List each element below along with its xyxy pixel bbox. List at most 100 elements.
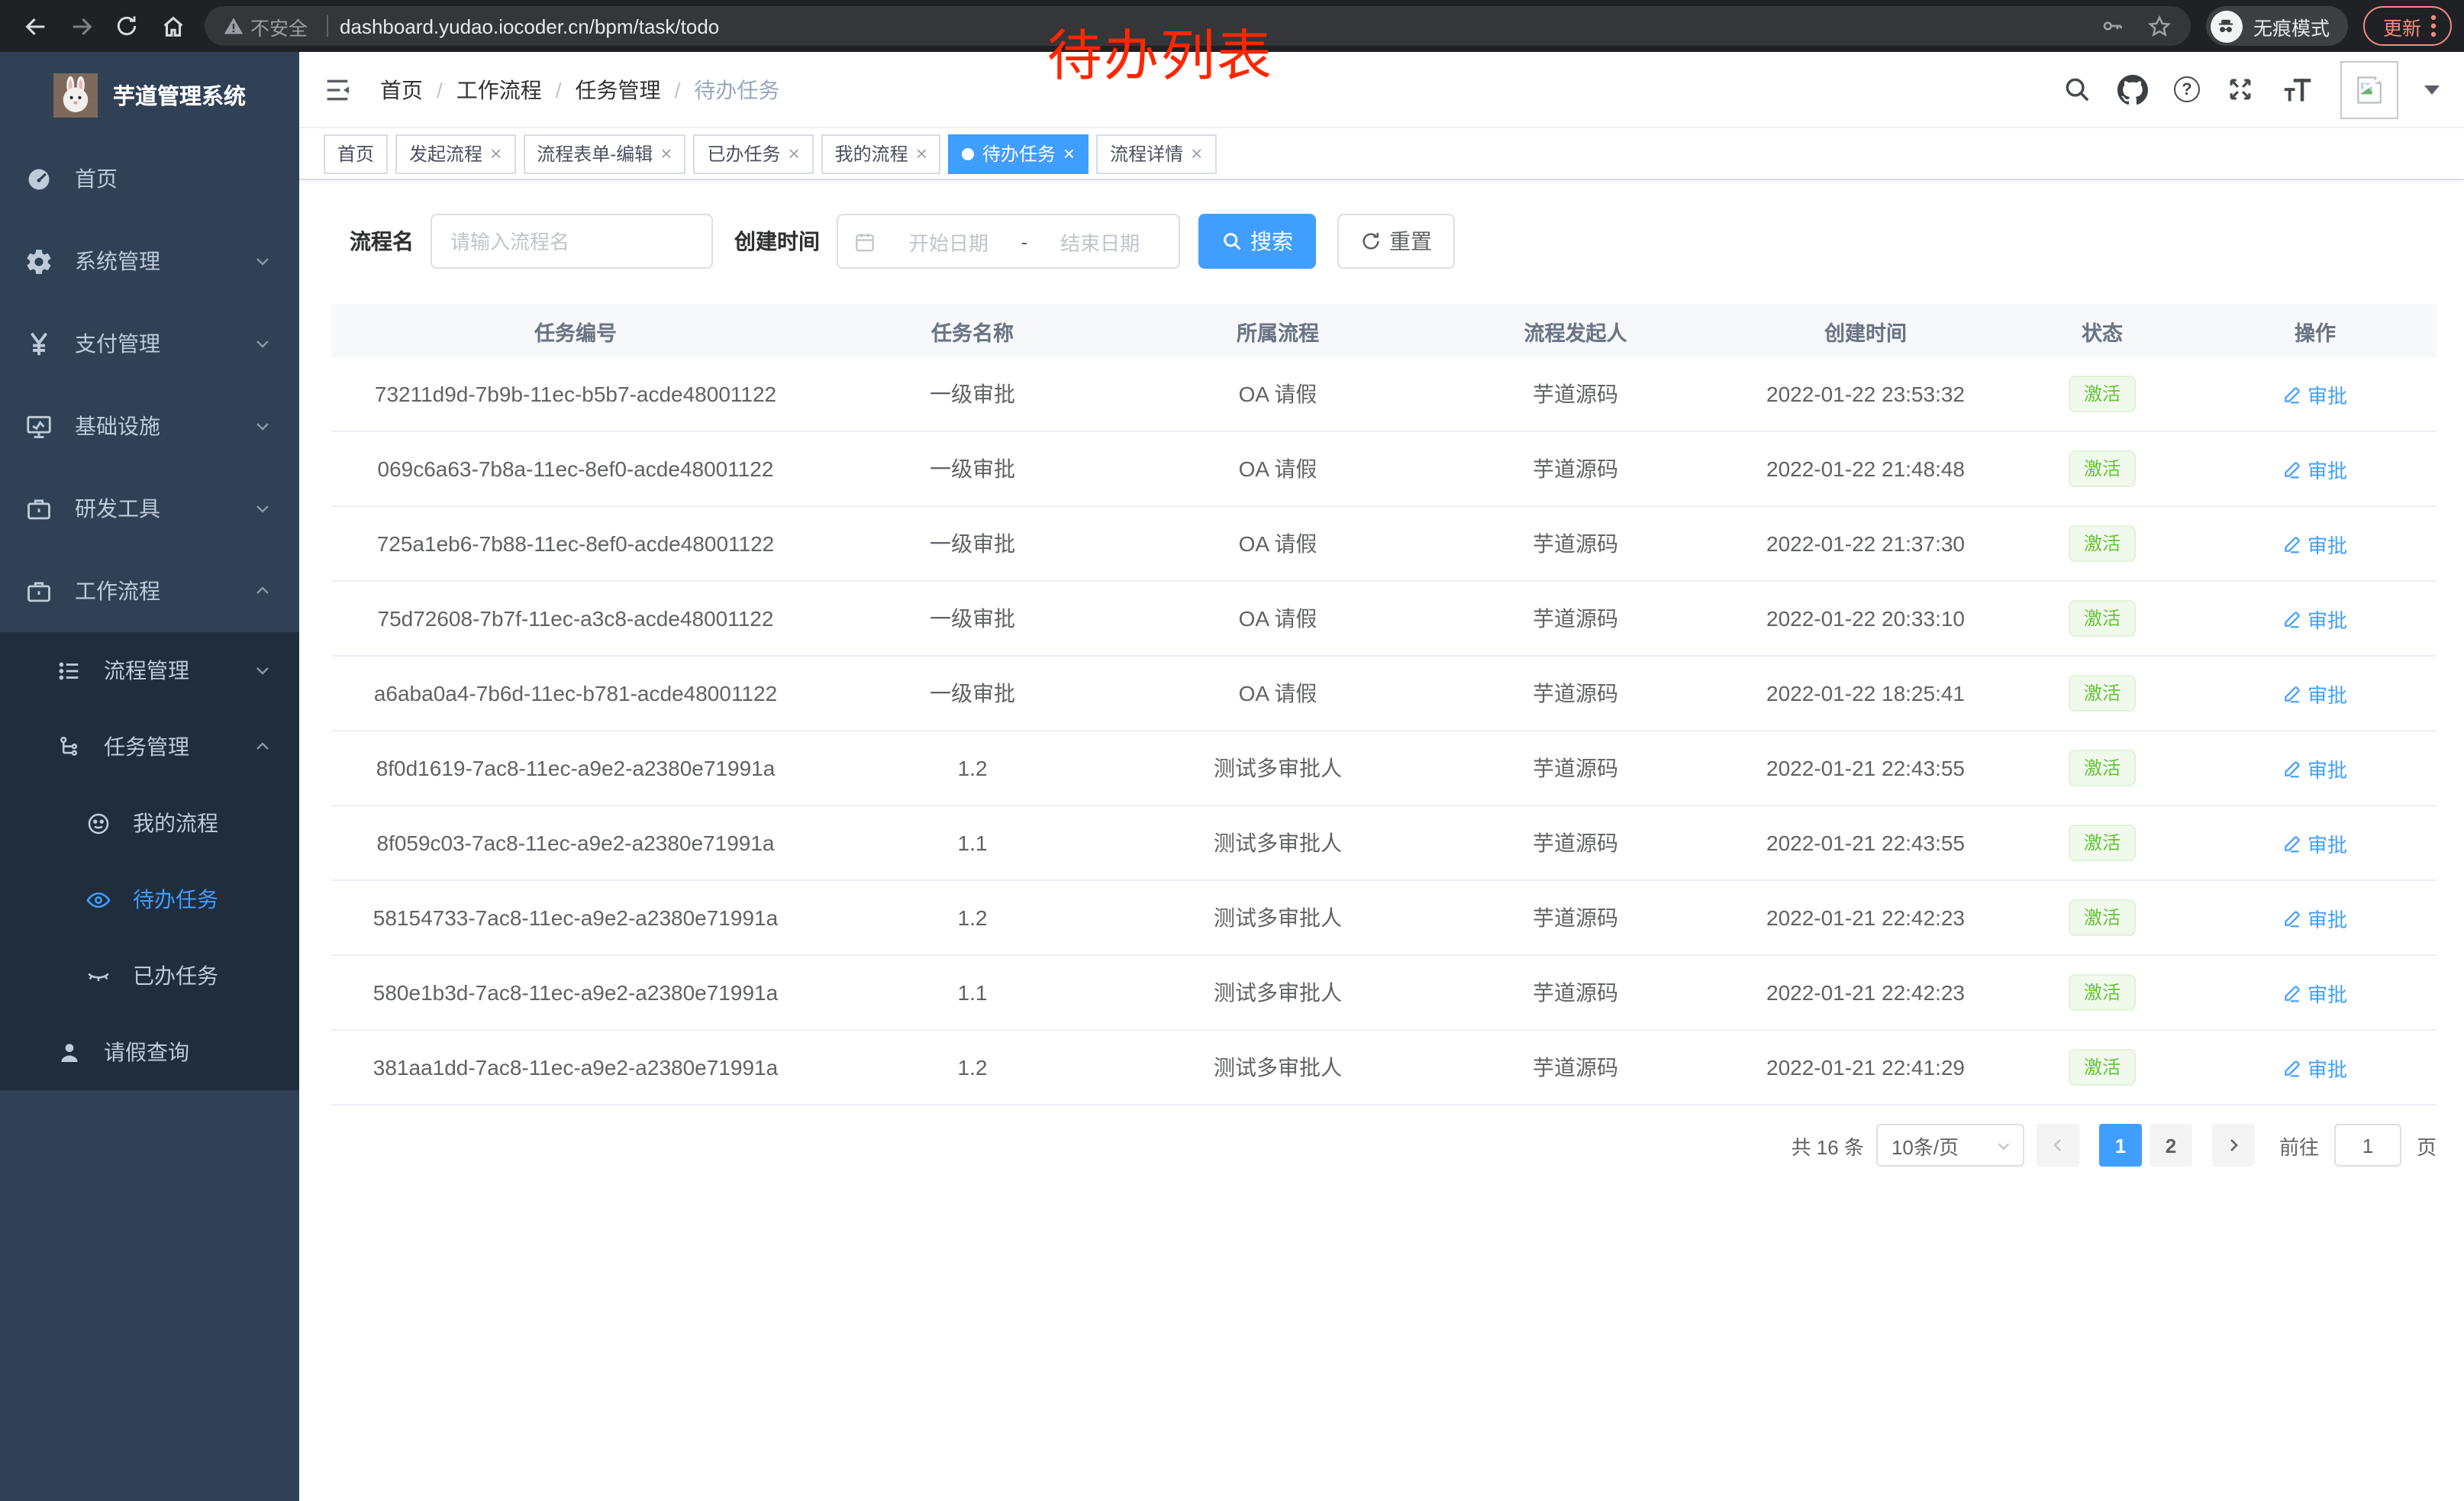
approve-link[interactable]: 审批 — [2283, 604, 2347, 633]
app-logo-row[interactable]: 芋道管理系统 — [0, 52, 299, 137]
sidebar-item-task-mgmt[interactable]: 任务管理 — [0, 709, 299, 785]
search-button[interactable]: 搜索 — [1198, 214, 1316, 269]
tab[interactable]: 流程表单-编辑 × — [523, 134, 685, 173]
sidebar-item-payment[interactable]: 支付管理 — [0, 302, 299, 385]
approve-link[interactable]: 审批 — [2283, 828, 2347, 857]
approve-link[interactable]: 审批 — [2283, 379, 2347, 408]
tab[interactable]: 我的流程 × — [821, 134, 941, 173]
page-number-button[interactable]: 1 — [2099, 1124, 2142, 1167]
approve-link[interactable]: 审批 — [2283, 529, 2347, 558]
approve-link[interactable]: 审批 — [2283, 679, 2347, 708]
chevron-down-icon[interactable] — [2424, 85, 2440, 94]
page-size-select[interactable]: 10条/页 — [1876, 1124, 2024, 1167]
face-icon — [85, 810, 111, 836]
breadcrumb-home[interactable]: 首页 — [380, 74, 423, 105]
cell-process: OA 请假 — [1125, 528, 1430, 559]
status-badge: 激活 — [2069, 750, 2136, 786]
tab[interactable]: 首页 × — [324, 134, 388, 173]
approve-link[interactable]: 审批 — [2283, 754, 2347, 783]
approve-link[interactable]: 审批 — [2283, 454, 2347, 483]
close-icon[interactable]: × — [916, 144, 927, 163]
cell-starter: 芋道源码 — [1430, 1052, 1721, 1083]
page-numbers: 12 — [2099, 1124, 2192, 1167]
prev-page-button[interactable] — [2037, 1124, 2079, 1167]
reset-button[interactable]: 重置 — [1337, 214, 1455, 269]
active-dot — [963, 147, 975, 160]
url-text[interactable]: dashboard.yudao.iocoder.cn/bpm/task/todo — [340, 15, 719, 37]
breadcrumb-workflow[interactable]: 工作流程 — [456, 74, 542, 105]
sidebar-item-todo-task[interactable]: 待办任务 — [0, 861, 299, 938]
approve-link[interactable]: 审批 — [2283, 903, 2347, 932]
sidebar-item-process-mgmt[interactable]: 流程管理 — [0, 632, 299, 709]
tab-label: 待办任务 — [982, 140, 1056, 166]
kebab-menu-icon[interactable] — [2430, 14, 2437, 38]
tab[interactable]: 流程详情 × — [1096, 134, 1216, 173]
close-icon[interactable]: × — [660, 144, 672, 163]
cell-create-time: 2022-01-21 22:43:55 — [1721, 756, 2011, 780]
next-page-button[interactable] — [2212, 1124, 2255, 1167]
cell-create-time: 2022-01-21 22:42:23 — [1721, 905, 2011, 930]
create-time-label: 创建时间 — [734, 226, 820, 257]
tags-view: 首页 × 发起流程 × 流程表单-编辑 × 已办任务 × 我的流程 — [299, 128, 2464, 180]
reload-icon[interactable] — [104, 3, 150, 49]
close-icon[interactable]: × — [490, 144, 502, 163]
edit-icon — [2283, 758, 2303, 778]
github-icon[interactable] — [2117, 74, 2148, 105]
bookmark-star-icon[interactable] — [2146, 13, 2172, 39]
sidebar-item-devtools[interactable]: 研发工具 — [0, 467, 299, 550]
goto-page-input[interactable] — [2334, 1124, 2401, 1167]
approve-link[interactable]: 审批 — [2283, 1053, 2347, 1082]
tab[interactable]: 发起流程 × — [395, 134, 515, 173]
tab[interactable]: 已办任务 × — [693, 134, 813, 173]
forward-icon[interactable] — [58, 3, 104, 49]
date-range-picker[interactable]: 开始日期 - 结束日期 — [837, 214, 1180, 269]
close-icon[interactable]: × — [1191, 144, 1202, 163]
monitor-chart-icon — [24, 412, 53, 441]
table-row: 8f059c03-7ac8-11ec-a9e2-a2380e71991a 1.1… — [331, 806, 2437, 881]
tab[interactable]: 待办任务 × — [949, 134, 1088, 173]
home-icon[interactable] — [150, 3, 195, 49]
sidebar-item-done-task[interactable]: 已办任务 — [0, 938, 299, 1014]
avatar[interactable] — [2340, 60, 2398, 118]
sidebar-item-home[interactable]: 首页 — [0, 137, 299, 220]
cell-task-id: 75d72608-7b7f-11ec-a3c8-acde48001122 — [331, 606, 820, 631]
cell-create-time: 2022-01-21 22:42:23 — [1721, 980, 2011, 1005]
sidebar-fold-icon[interactable] — [322, 74, 353, 105]
cell-task-name: 1.1 — [820, 980, 1125, 1005]
sidebar-item-infrastructure[interactable]: 基础设施 — [0, 385, 299, 467]
edit-icon — [2283, 608, 2303, 628]
sidebar-item-my-process[interactable]: 我的流程 — [0, 785, 299, 861]
table-header-cell: 创建时间 — [1721, 315, 2011, 346]
breadcrumb-task-mgmt[interactable]: 任务管理 — [576, 74, 661, 105]
update-button[interactable]: 更新 — [2363, 6, 2452, 46]
fullscreen-icon[interactable] — [2226, 75, 2255, 104]
approve-link[interactable]: 审批 — [2283, 978, 2347, 1007]
search-icon[interactable] — [2062, 75, 2091, 104]
process-name-input[interactable] — [431, 214, 713, 269]
cell-starter: 芋道源码 — [1430, 454, 1721, 484]
sidebar-item-leave-query[interactable]: 请假查询 — [0, 1014, 299, 1090]
cell-task-id: 58154733-7ac8-11ec-a9e2-a2380e71991a — [331, 905, 820, 930]
page-number-button[interactable]: 2 — [2150, 1124, 2192, 1167]
cell-task-name: 一级审批 — [820, 454, 1125, 484]
key-icon[interactable] — [2101, 14, 2125, 38]
cell-task-name: 1.2 — [820, 1055, 1125, 1080]
close-icon[interactable]: × — [1063, 144, 1075, 163]
cell-process: 测试多审批人 — [1125, 753, 1430, 783]
address-bar[interactable]: 不安全 dashboard.yudao.iocoder.cn/bpm/task/… — [205, 6, 2191, 46]
goto-label: 前往 — [2279, 1131, 2319, 1160]
sidebar-item-system[interactable]: 系统管理 — [0, 220, 299, 302]
sidebar-item-workflow[interactable]: 工作流程 — [0, 550, 299, 632]
status-badge: 激活 — [2069, 450, 2136, 487]
back-icon[interactable] — [12, 3, 58, 49]
edit-icon — [2283, 534, 2303, 554]
table-header-cell: 状态 — [2011, 315, 2194, 346]
briefcase-icon — [24, 576, 53, 605]
breadcrumb-current: 待办任务 — [694, 74, 779, 105]
font-size-icon[interactable] — [2281, 75, 2314, 104]
help-icon[interactable]: ? — [2174, 76, 2200, 102]
end-date-placeholder: 结束日期 — [1037, 227, 1163, 256]
close-icon[interactable]: × — [788, 144, 799, 163]
security-label[interactable]: 不安全 — [250, 11, 308, 40]
status-badge: 激活 — [2069, 825, 2136, 861]
